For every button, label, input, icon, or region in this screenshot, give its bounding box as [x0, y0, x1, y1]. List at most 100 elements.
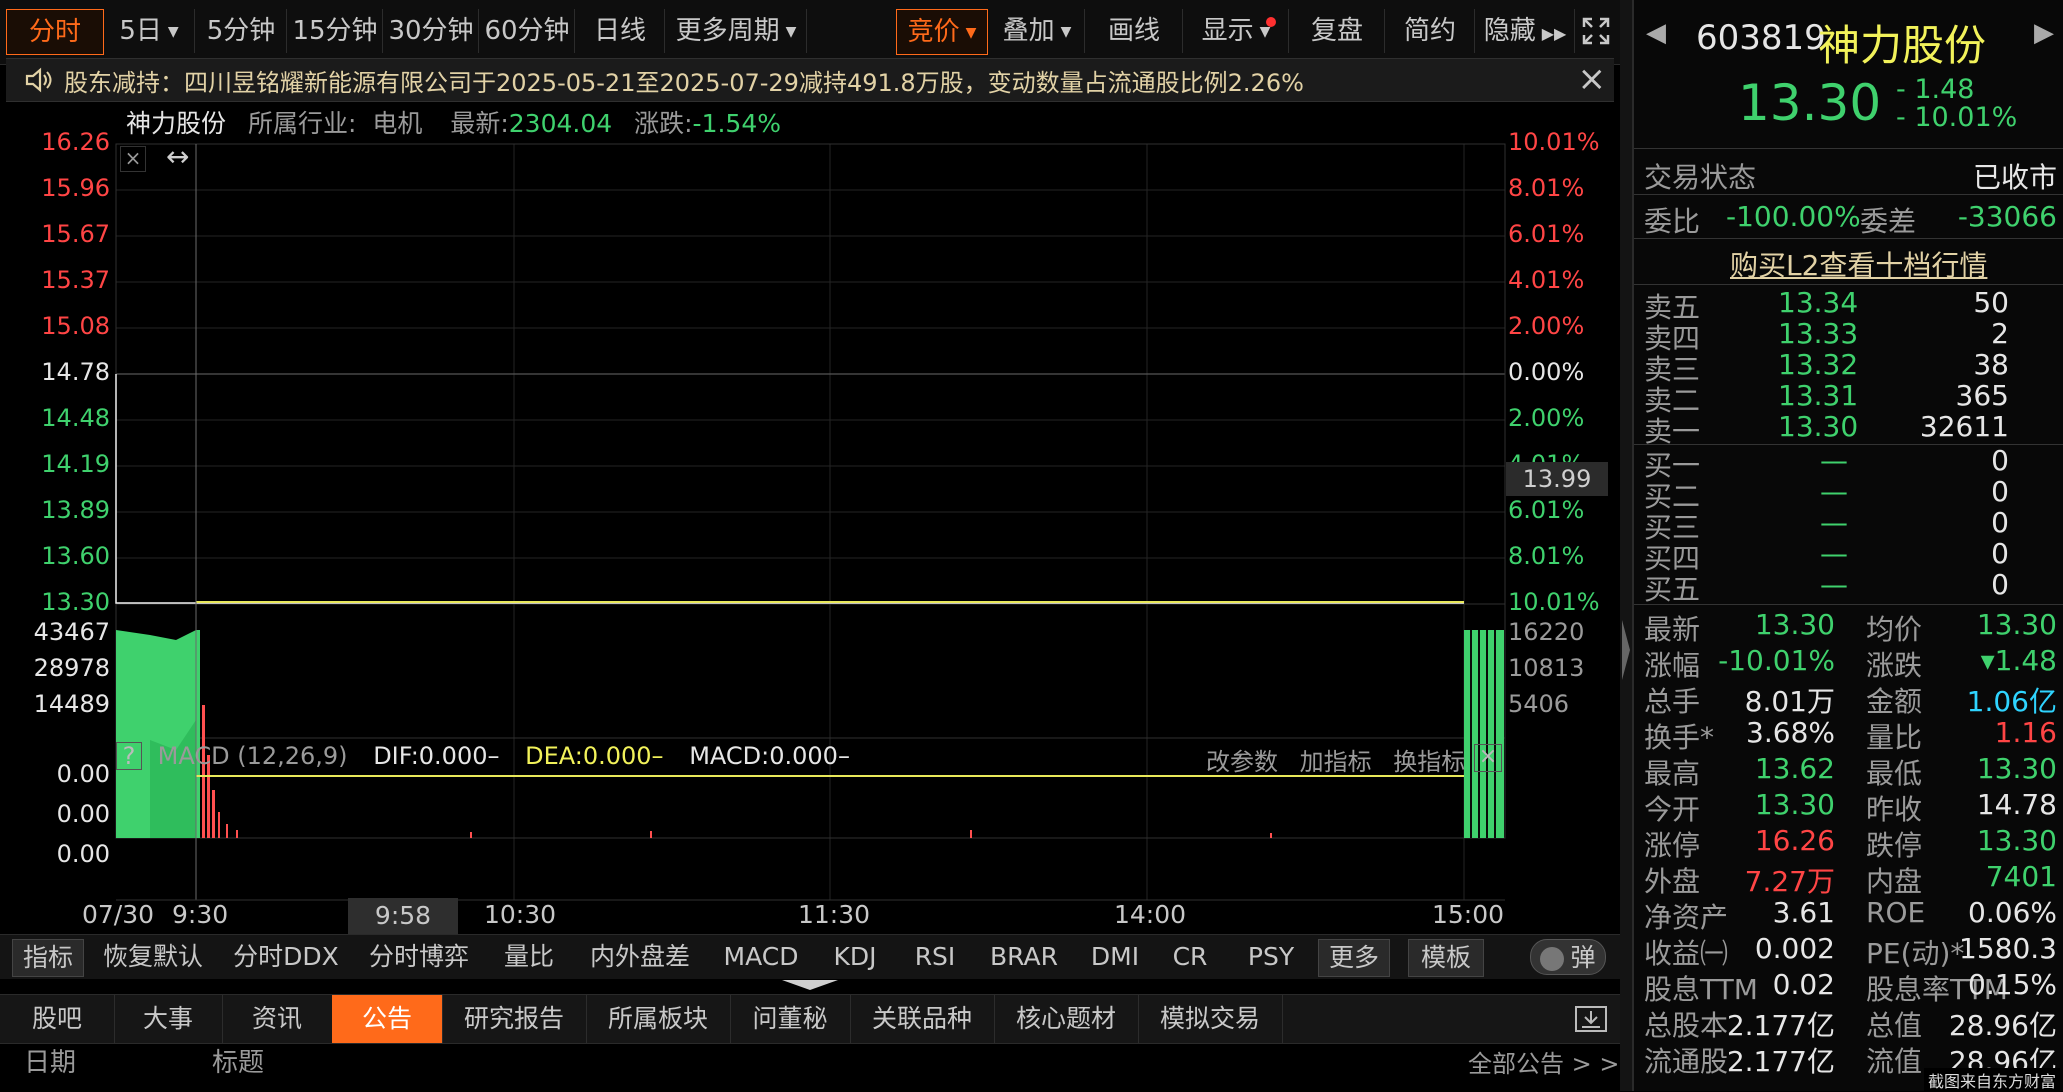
display-button[interactable]: 显示 ▼ — [1184, 9, 1289, 53]
next-stock-icon[interactable]: ▶ — [2034, 18, 2054, 48]
draw-line-button[interactable]: 画线 — [1086, 9, 1183, 53]
simple-button[interactable]: 简约 — [1386, 9, 1475, 53]
stat-label: 总手 — [1644, 685, 1701, 718]
bid-price: — — [1820, 506, 1848, 539]
help-icon[interactable]: ? — [116, 742, 142, 770]
macd-tick: 0.00 — [56, 840, 110, 868]
indicator-tab[interactable]: 量比 — [494, 939, 564, 975]
price-line — [115, 374, 1464, 604]
info-tab[interactable]: 问董秘 — [730, 995, 851, 1043]
period-tab-5min[interactable]: 5分钟 — [196, 9, 287, 53]
time-tick: 10:30 — [484, 900, 557, 929]
all-announcements-link[interactable]: 全部公告 > > — [1468, 1044, 1619, 1079]
indicator-tab[interactable]: CR — [1160, 939, 1220, 975]
collapse-right-icon[interactable] — [1622, 620, 1630, 680]
divider — [1634, 194, 2063, 195]
period-tab-daily[interactable]: 日线 — [576, 9, 665, 53]
indicator-tab-active[interactable]: MACD — [716, 939, 806, 975]
percent-tick: 8.01% — [1508, 542, 1585, 570]
chart-toolbar: 分时 5日 ▼ 5分钟 15分钟 30分钟 60分钟 日线 更多周期 ▼ 竞价 ▼ 叠… — [0, 0, 1620, 65]
stat-label: 跌停 — [1866, 829, 1923, 862]
panel-splitter[interactable] — [1620, 0, 1632, 1091]
resize-horizontal-icon[interactable]: ↔ — [166, 140, 189, 173]
indicator-tab[interactable]: PSY — [1236, 939, 1306, 975]
volume-tick: 14489 — [33, 690, 110, 718]
stat-value: 1.16 — [1994, 716, 2057, 749]
stat-label: 换手* — [1644, 721, 1715, 754]
weicha-value: -33066 — [1957, 200, 2057, 233]
download-icon[interactable] — [1574, 1003, 1608, 1039]
period-5day-label: 5日 — [119, 16, 162, 46]
more-periods-dropdown[interactable]: 更多周期 ▼ — [666, 9, 807, 53]
stat-value: 8.01万 — [1744, 685, 1835, 718]
expand-icon[interactable] — [1576, 9, 1616, 53]
info-tab[interactable]: 模拟交易 — [1138, 995, 1283, 1043]
indicator-tab[interactable]: 恢复默认 — [98, 939, 208, 975]
indicator-tab[interactable]: 分时DDX — [226, 939, 346, 975]
indicator-tab[interactable]: 分时博弈 — [364, 939, 474, 975]
info-tab[interactable]: 资讯 — [222, 995, 333, 1043]
overlay-label: 叠加 — [1002, 16, 1055, 46]
stat-label: 内盘 — [1866, 865, 1923, 898]
info-tab[interactable]: 所属板块 — [586, 995, 731, 1043]
stat-label: 最新 — [1644, 613, 1701, 646]
indicator-tab[interactable]: BRAR — [984, 939, 1064, 975]
edit-params-link[interactable]: 改参数 — [1206, 748, 1278, 776]
hide-button[interactable]: 隐藏 ▶▶ — [1476, 9, 1575, 53]
volume-tick: 16220 — [1508, 618, 1585, 646]
indicator-tab[interactable]: RSI — [900, 939, 970, 975]
collapse-panel-icon[interactable] — [782, 980, 838, 990]
period-tab-60min[interactable]: 60分钟 — [480, 9, 575, 53]
auction-button[interactable]: 竞价 ▼ — [896, 9, 988, 55]
price-tick: 13.30 — [41, 588, 110, 616]
switch-indicator-link[interactable]: 换指标 — [1393, 748, 1465, 776]
info-tab[interactable]: 关联品种 — [850, 995, 995, 1043]
indicator-tab[interactable]: 指标 — [12, 939, 84, 977]
shareholder-notice-bar[interactable]: 股东减持：四川昱铭耀新能源有限公司于2025-05-21至2025-07-29减… — [6, 58, 1614, 102]
cursor-time-label: 9:58 — [348, 898, 458, 934]
stat-label: 最低 — [1866, 757, 1923, 790]
add-indicator-link[interactable]: 加指标 — [1300, 748, 1372, 776]
replay-button[interactable]: 复盘 — [1290, 9, 1385, 53]
bid-volume: 0 — [1991, 506, 2009, 539]
info-tab[interactable]: 股吧 — [0, 995, 115, 1043]
price-tick: 16.26 — [41, 128, 110, 156]
macd-dea: DEA:0.000– — [525, 742, 664, 770]
bid-volume: 0 — [1991, 537, 2009, 570]
close-icon[interactable]: × — [1578, 59, 1607, 99]
close-icon[interactable]: × — [1474, 744, 1502, 772]
close-icon[interactable]: × — [120, 146, 146, 172]
info-tab-active[interactable]: 公告 — [332, 995, 443, 1043]
indicator-tab-bar: 指标 恢复默认 分时DDX 分时博弈 量比 内外盘差 MACD KDJ RSI … — [0, 934, 1620, 979]
intraday-chart[interactable] — [0, 100, 1620, 930]
overlay-button[interactable]: 叠加 ▼ — [990, 9, 1085, 53]
template-button[interactable]: 模板 — [1408, 939, 1484, 977]
indicator-tab[interactable]: DMI — [1080, 939, 1150, 975]
announcement-title-header: 标题 — [212, 1048, 265, 1078]
ask-price: 13.31 — [1778, 379, 1859, 412]
macd-title[interactable]: MACD (12,26,9) — [158, 742, 348, 770]
popup-toggle[interactable]: 弹 — [1530, 939, 1606, 975]
stat-label: 金额 — [1866, 685, 1923, 718]
indicator-tab[interactable]: 内外盘差 — [582, 939, 698, 975]
info-tab[interactable]: 研究报告 — [442, 995, 587, 1043]
period-tab-30min[interactable]: 30分钟 — [384, 9, 479, 53]
buy-l2-link[interactable]: 购买L2查看十档行情 — [1730, 244, 1987, 284]
price-tick: 15.37 — [41, 266, 110, 294]
period-tab-5day[interactable]: 5日 ▼ — [104, 9, 195, 53]
price-grid — [116, 143, 1505, 900]
period-tab-intraday[interactable]: 分时 — [6, 9, 104, 55]
bid-price: — — [1820, 444, 1848, 477]
auction-label: 竞价 — [907, 17, 960, 47]
ask-volume: 2 — [1991, 317, 2009, 350]
more-indicators-button[interactable]: 更多 — [1318, 939, 1390, 977]
watermark: 截图来自东方财富 — [1924, 1068, 2061, 1092]
weibi-label: 委比 — [1644, 205, 1701, 238]
stat-value: 0.15% — [1968, 968, 2057, 1001]
info-tab[interactable]: 核心题材 — [994, 995, 1139, 1043]
prev-stock-icon[interactable]: ◀ — [1646, 18, 1666, 48]
info-tab[interactable]: 大事 — [114, 995, 223, 1043]
indicator-tab[interactable]: KDJ — [820, 939, 890, 975]
stat-label: 收益㈠ — [1644, 937, 1729, 970]
period-tab-15min[interactable]: 15分钟 — [288, 9, 383, 53]
